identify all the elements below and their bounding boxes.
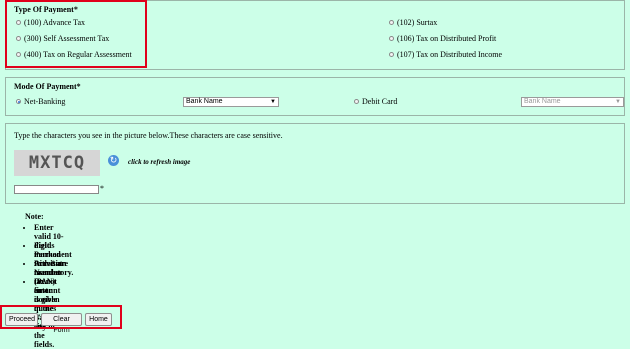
label-net-banking: Net-Banking [24,97,66,106]
radio-debit-card[interactable] [354,99,359,104]
refresh-link[interactable]: click to refresh image [128,158,190,166]
captcha-image: MXTCQ [14,150,100,176]
radio-tax-distributed-income[interactable] [389,52,394,57]
payment-type-highlight [5,0,147,68]
debit-card-bank-select-value: Bank Name [524,98,561,105]
captcha-required-mark: * [100,184,104,193]
buttons-highlight [0,305,122,329]
label-surtax: (102) Surtax [397,18,438,27]
notes-heading: Note: [25,212,44,221]
chevron-down-icon: ▼ [615,99,621,105]
chevron-down-icon: ▼ [270,99,276,105]
debit-card-bank-select[interactable]: Bank Name ▼ [521,97,624,107]
radio-net-banking[interactable] [16,99,21,104]
radio-surtax[interactable] [389,20,394,25]
label-tax-distributed-income: (107) Tax on Distributed Income [397,50,503,59]
captcha-input[interactable] [14,185,99,194]
refresh-icon[interactable]: ↻ [108,155,119,166]
payment-mode-heading: Mode Of Payment* [14,82,81,91]
net-banking-bank-select[interactable]: Bank Name ▼ [183,97,279,107]
net-banking-bank-select-value: Bank Name [186,98,223,105]
label-tax-distributed-profit: (106) Tax on Distributed Profit [397,34,497,43]
radio-tax-distributed-profit[interactable] [389,36,394,41]
label-debit-card: Debit Card [362,97,398,106]
captcha-instruction: Type the characters you see in the pictu… [14,131,283,140]
